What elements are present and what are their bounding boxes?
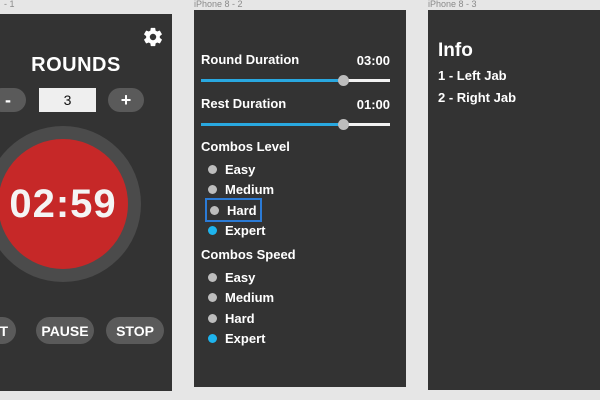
radio-dot-selected-icon <box>208 333 217 343</box>
radio-dot-icon <box>208 292 217 302</box>
option-label: Expert <box>225 330 266 346</box>
gear-icon[interactable] <box>142 26 164 48</box>
info-line: 1 - Left Jab <box>438 68 507 83</box>
slider-track-fill <box>201 79 343 82</box>
radio-dot-selected-icon <box>208 225 217 235</box>
option-label: Easy <box>225 161 256 177</box>
radio-dot-icon <box>208 313 217 323</box>
radio-dot-icon <box>208 272 217 282</box>
timer-face: 02:59 <box>0 139 128 269</box>
timer-screen: ROUNDS - + 02:59 RT PAUSE STOP <box>0 14 172 391</box>
stop-button[interactable]: STOP <box>106 317 164 344</box>
option-label: Medium <box>225 289 275 305</box>
round-duration-slider[interactable] <box>201 75 390 87</box>
combos-level-option[interactable]: Medium <box>208 180 274 198</box>
slider-thumb[interactable] <box>338 75 349 86</box>
radio-dot-icon <box>210 205 219 215</box>
artboard-label-3: iPhone 8 - 3 <box>428 0 477 9</box>
timer-display: 02:59 <box>9 181 117 226</box>
info-screen: Info 1 - Left Jab 2 - Right Jab <box>428 10 600 390</box>
info-line: 2 - Right Jab <box>438 90 517 105</box>
decrement-rounds-button[interactable]: - <box>0 88 26 112</box>
slider-thumb[interactable] <box>338 119 349 130</box>
round-duration-value: 03:00 <box>356 53 390 68</box>
combos-level-title: Combos Level <box>201 139 290 154</box>
radio-dot-icon <box>208 164 217 174</box>
option-label: Expert <box>225 222 266 238</box>
rounds-title: ROUNDS <box>31 54 121 76</box>
info-title: Info <box>438 40 473 61</box>
combos-speed-option[interactable]: Easy <box>208 268 255 286</box>
slider-track-rest <box>343 123 390 126</box>
artboard-label-1: - 1 <box>4 0 15 9</box>
option-label: Hard <box>227 202 257 218</box>
option-label: Medium <box>225 181 275 197</box>
combos-level-option[interactable]: Easy <box>208 160 255 178</box>
round-duration-label: Round Duration <box>201 52 300 67</box>
slider-track-rest <box>343 79 390 82</box>
rounds-input[interactable] <box>39 88 96 112</box>
timer-ring: 02:59 <box>0 126 141 282</box>
combos-speed-option[interactable]: Expert <box>208 329 265 347</box>
option-label: Easy <box>225 269 256 285</box>
start-button[interactable]: RT <box>0 317 16 344</box>
pause-button[interactable]: PAUSE <box>36 317 94 344</box>
combos-speed-title: Combos Speed <box>201 247 296 262</box>
increment-rounds-button[interactable]: + <box>108 88 144 112</box>
rest-duration-value: 01:00 <box>356 97 390 112</box>
combos-level-option[interactable]: Expert <box>208 221 265 239</box>
rest-duration-label: Rest Duration <box>201 96 287 111</box>
combos-speed-option[interactable]: Medium <box>208 288 274 306</box>
artboard-label-2: iPhone 8 - 2 <box>194 0 243 9</box>
option-label: Hard <box>225 310 255 326</box>
settings-screen: Round Duration 03:00 Rest Duration 01:00… <box>194 10 406 387</box>
radio-dot-icon <box>208 184 217 194</box>
slider-track-fill <box>201 123 343 126</box>
rest-duration-slider[interactable] <box>201 119 390 131</box>
combos-speed-option[interactable]: Hard <box>208 309 255 327</box>
combos-level-option[interactable]: Hard <box>205 198 262 222</box>
